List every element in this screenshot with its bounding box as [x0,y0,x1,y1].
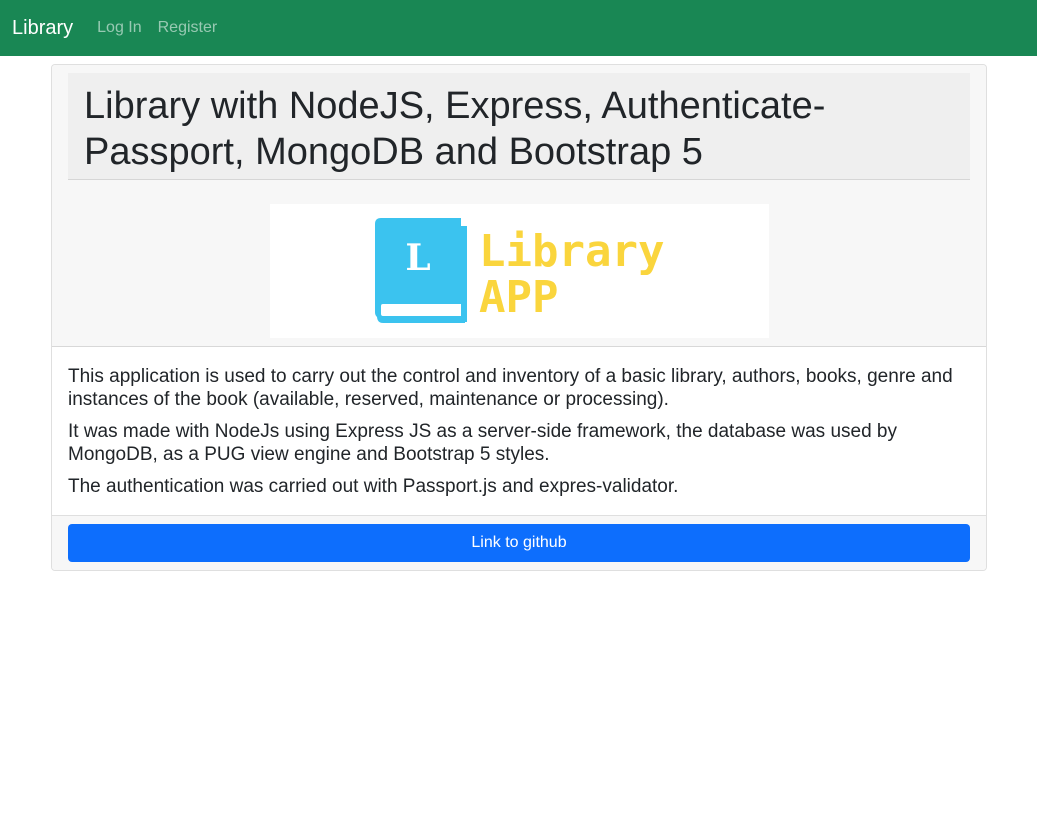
logo-letter: L [405,237,430,279]
logo-line2: APP [479,272,558,323]
nav-link-register[interactable]: Register [158,19,218,37]
nav-link-login[interactable]: Log In [97,19,141,37]
card-footer: Link to github [52,516,986,570]
about-card: Library with NodeJS, Express, Authentica… [51,64,987,571]
page-title: Library with NodeJS, Express, Authentica… [84,85,826,173]
card-body: This application is used to carry out th… [52,347,986,516]
card-header: Library with NodeJS, Express, Authentica… [52,65,986,347]
description-paragraph: The authentication was carried out with … [68,476,679,497]
logo-line1: Library [479,226,664,277]
navbar: Library Log In Register [0,0,1037,56]
navbar-brand[interactable]: Library [12,17,73,40]
book-logo-icon: L Library APP [375,218,664,323]
description-paragraph: This application is used to carry out th… [68,366,953,410]
github-link-button[interactable]: Link to github [68,524,970,562]
description-paragraph: It was made with NodeJs using Express JS… [68,421,897,465]
library-app-logo: L Library APP [269,204,769,338]
title-banner: Library with NodeJS, Express, Authentica… [68,73,970,180]
